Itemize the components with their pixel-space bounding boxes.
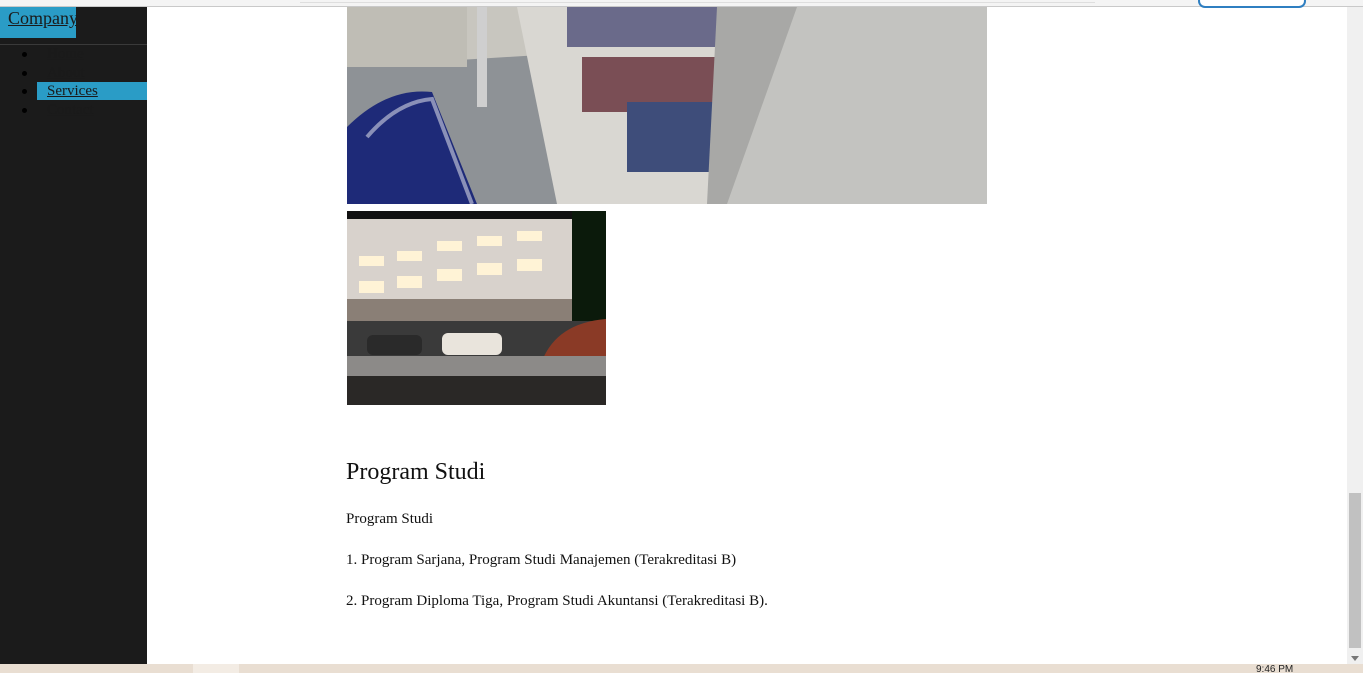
page-heading: Program Studi bbox=[346, 459, 486, 485]
building-photo bbox=[347, 211, 606, 405]
address-bar-edge bbox=[300, 2, 1095, 3]
nav-link-about[interactable]: About bbox=[47, 64, 85, 82]
content-paragraph-item-2: 2. Program Diploma Tiga, Program Studi A… bbox=[346, 593, 768, 609]
browser-toolbar-edge bbox=[0, 0, 1363, 8]
browser-button-edge[interactable] bbox=[1198, 0, 1306, 8]
taskbar-clock: 9:46 PM bbox=[1256, 664, 1294, 675]
nav-link-services[interactable]: Services bbox=[47, 82, 98, 100]
nav-link-home[interactable]: Home bbox=[47, 45, 84, 63]
bullet-icon bbox=[22, 89, 27, 94]
sidebar-nav: Home About Services Contact bbox=[0, 45, 147, 119]
taskbar-button[interactable] bbox=[193, 664, 239, 673]
content-paragraph-intro: Program Studi bbox=[346, 511, 434, 527]
bullet-icon bbox=[22, 52, 27, 57]
nav-item-about[interactable]: About bbox=[0, 64, 147, 83]
nav-item-home[interactable]: Home bbox=[0, 45, 147, 64]
nav-item-contact[interactable]: Contact bbox=[0, 101, 147, 120]
sidebar: Company Home About Services Contact bbox=[0, 7, 147, 664]
content-paragraph-item-1: 1. Program Sarjana, Program Studi Manaje… bbox=[346, 552, 737, 568]
library-photo bbox=[347, 7, 987, 204]
scroll-down-arrow-icon[interactable] bbox=[1351, 656, 1359, 661]
bullet-icon bbox=[22, 107, 27, 113]
vertical-scrollbar[interactable] bbox=[1347, 7, 1363, 664]
building-photo-illustration bbox=[347, 211, 606, 405]
nav-item-services[interactable]: Services bbox=[0, 82, 147, 101]
brand-link[interactable]: Company bbox=[0, 7, 78, 38]
scrollbar-thumb[interactable] bbox=[1349, 493, 1361, 648]
bullet-icon bbox=[22, 70, 27, 76]
taskbar: 9:46 PM bbox=[0, 664, 1363, 675]
library-photo-illustration bbox=[347, 7, 987, 204]
nav-link-contact[interactable]: Contact bbox=[47, 101, 94, 119]
